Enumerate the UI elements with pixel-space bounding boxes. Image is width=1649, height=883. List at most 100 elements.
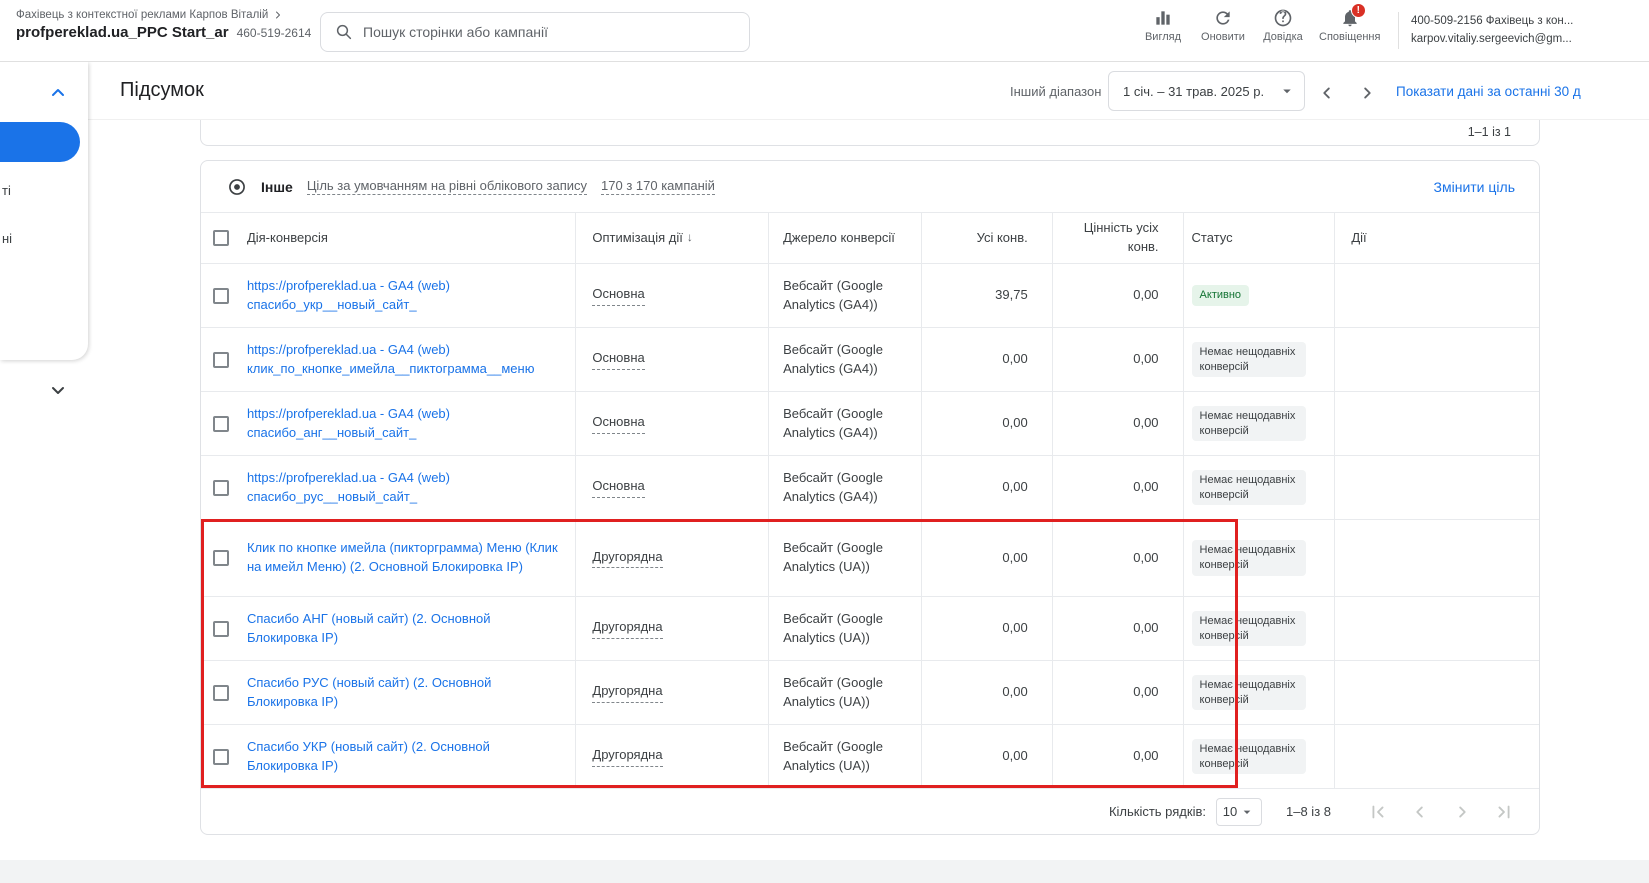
column-header-actions[interactable]: Дії [1334,213,1539,263]
all-conversions-value: 0,00 [1002,415,1028,431]
previous-period-button[interactable] [1313,79,1341,107]
status-badge: Немає нещодавніх конверсій [1191,469,1306,506]
row-checkbox[interactable] [212,351,229,368]
search-input[interactable] [363,24,735,40]
column-header-source[interactable]: Джерело конверсії [768,213,921,263]
select-all-checkbox[interactable] [212,230,229,246]
optimization-setting[interactable]: Другорядна [592,548,663,569]
actions-cell [1334,597,1539,660]
actions-cell [1334,520,1539,596]
optimization-setting[interactable]: Основна [592,413,645,434]
account-name[interactable]: profpereklad.ua_PPC Start_ar [16,24,229,41]
next-page-button[interactable] [1450,800,1474,824]
conversion-action-link[interactable]: Спасибо АНГ (новый сайт) (2. Основной Бл… [247,610,559,648]
column-header-all-conv[interactable]: Усі конв. [920,213,1052,263]
optimization-setting[interactable]: Основна [592,349,645,370]
conversion-source: Вебсайт (Google Analytics (GA4)) [783,277,883,312]
sidebar-item-label[interactable]: ні [2,231,12,246]
column-header-status[interactable]: Статус [1182,213,1335,263]
actions-cell [1334,328,1539,391]
row-checkbox[interactable] [212,415,229,432]
optimization-setting[interactable]: Основна [592,477,645,498]
row-checkbox[interactable] [212,684,229,701]
optimization-setting[interactable]: Другорядна [592,682,663,703]
date-range-selector[interactable]: 1 січ. – 31 трав. 2025 р. [1108,71,1305,111]
row-checkbox[interactable] [212,620,229,637]
all-conversions-value: 0,00 [1002,684,1028,700]
previous-page-button[interactable] [1408,800,1432,824]
table-row: https://profpereklad.ua - GA4 (web) спас… [201,455,1539,519]
previous-table-footer: 1–1 із 1 [200,118,1540,146]
notifications-button[interactable]: ! Сповіщення [1313,3,1386,43]
conversions-value: 0,00 [1133,748,1159,764]
table-row: Спасибо РУС (новый сайт) (2. Основной Бл… [201,660,1539,724]
conversion-action-link[interactable]: https://profpereklad.ua - GA4 (web) спас… [247,277,559,315]
optimization-setting[interactable]: Другорядна [592,746,663,767]
actions-cell [1334,264,1539,327]
optimization-setting[interactable]: Основна [592,285,645,306]
view-label: Вигляд [1144,31,1182,43]
optimization-setting[interactable]: Другорядна [592,618,663,639]
date-range-label: Інший діапазон [1010,84,1102,99]
top-app-bar: Фахівець з контекстної реклами Карпов Ві… [0,0,1649,62]
goal-description[interactable]: Ціль за умовчанням на рівні облікового з… [306,178,588,195]
row-checkbox[interactable] [212,287,229,304]
help-icon [1273,8,1293,28]
last-page-button[interactable] [1492,800,1516,824]
column-header-action[interactable]: Дія-конверсія [241,213,575,263]
all-conversions-value: 0,00 [1002,479,1028,495]
conversion-source: Вебсайт (Google Analytics (UA)) [783,540,883,574]
notifications-label: Сповіщення [1319,31,1381,43]
conversion-action-link[interactable]: Клик по кнопке имейла (пикторграмма) Мен… [247,539,559,577]
conversion-action-link[interactable]: https://profpereklad.ua - GA4 (web) спас… [247,469,559,507]
show-last-30-days-link[interactable]: Показати дані за останні 30 д [1396,84,1581,99]
chevron-up-icon[interactable] [46,81,70,105]
table-row: Спасибо АНГ (новый сайт) (2. Основной Бл… [201,596,1539,660]
view-button[interactable]: Вигляд [1133,8,1193,43]
status-badge: Немає нещодавніх конверсій [1191,674,1306,711]
google-ads-app: Фахівець з контекстної реклами Карпов Ві… [0,0,1649,883]
table-row: Спасибо УКР (новый сайт) (2. Основной Бл… [201,724,1539,788]
row-checkbox[interactable] [212,479,229,496]
rows-per-page-select[interactable]: 10 [1216,797,1262,826]
target-icon [227,177,247,197]
first-page-button[interactable] [1366,800,1390,824]
refresh-button[interactable]: Оновити [1193,8,1253,43]
column-header-optimization[interactable]: Оптимізація дії ↓ [575,213,768,263]
profile-menu[interactable]: 400-509-2156 Фахівець з кон... karpov.vi… [1398,12,1649,49]
search-box[interactable] [320,12,750,52]
column-header-value[interactable]: Цінність усіх конв. [1051,213,1183,263]
navigation-sidebar: ті ні [0,62,88,360]
sidebar-item-selected[interactable] [0,122,80,162]
refresh-icon [1213,8,1233,28]
status-badge: Немає нещодавніх конверсій [1191,738,1306,775]
status-badge: Немає нещодавніх конверсій [1191,341,1306,378]
account-switcher[interactable]: Фахівець з контекстної реклами Карпов Ві… [16,9,335,41]
change-goal-link[interactable]: Змінити ціль [1434,179,1515,195]
chevron-down-icon[interactable] [46,378,70,402]
row-checkbox[interactable] [212,550,229,566]
previous-table-pagination: 1–1 із 1 [1467,124,1511,139]
conversion-action-link[interactable]: https://profpereklad.ua - GA4 (web) спас… [247,405,559,443]
date-range-value: 1 січ. – 31 трав. 2025 р. [1123,83,1265,99]
caret-down-icon [1243,810,1251,814]
sidebar-item-label[interactable]: ті [2,183,11,198]
row-checkbox[interactable] [212,748,229,765]
pagination-range: 1–8 із 8 [1286,804,1331,819]
breadcrumb[interactable]: Фахівець з контекстної реклами Карпов Ві… [16,9,268,21]
chevron-right-icon [272,9,284,21]
conversion-source: Вебсайт (Google Analytics (UA)) [783,610,883,645]
table-row: https://profpereklad.ua - GA4 (web) спас… [201,263,1539,327]
next-period-button[interactable] [1353,79,1381,107]
conversion-action-link[interactable]: https://profpereklad.ua - GA4 (web) клик… [247,341,559,379]
conversion-action-link[interactable]: Спасибо УКР (новый сайт) (2. Основной Бл… [247,738,559,776]
goal-campaigns-count[interactable]: 170 з 170 кампаній [601,178,715,195]
caret-down-icon [1278,82,1296,100]
conversions-value: 0,00 [1133,287,1159,303]
conversions-value: 0,00 [1133,351,1159,367]
help-button[interactable]: Довідка [1253,8,1313,43]
actions-cell [1334,456,1539,519]
chart-icon [1153,8,1173,28]
sort-down-icon: ↓ [686,230,693,245]
conversion-action-link[interactable]: Спасибо РУС (новый сайт) (2. Основной Бл… [247,674,559,712]
